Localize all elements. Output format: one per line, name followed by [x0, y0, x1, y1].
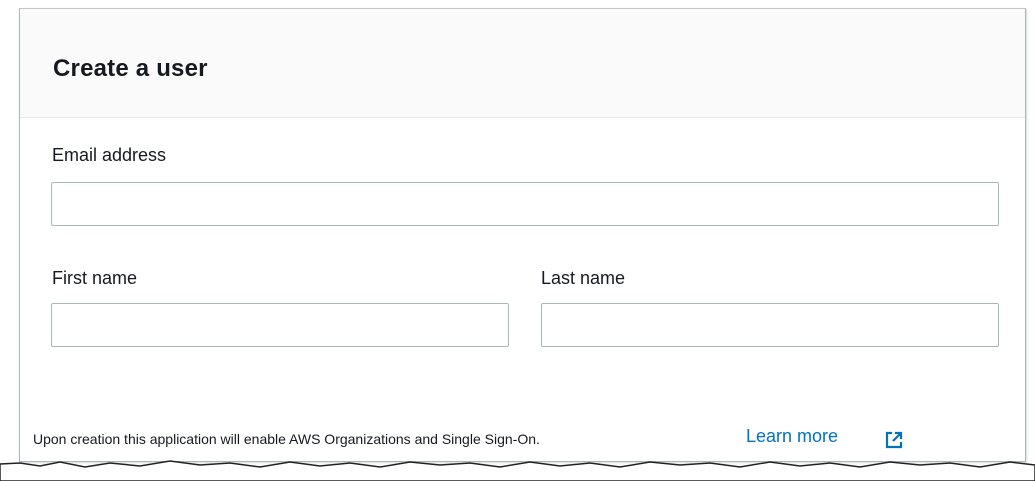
first-name-label: First name [52, 268, 138, 288]
organizations-note: Upon creation this application will enab… [33, 431, 540, 447]
learn-more-link[interactable]: Learn more [746, 426, 838, 447]
last-name-label: Last name [541, 268, 626, 288]
email-label: Email address [52, 145, 167, 165]
last-name-field[interactable] [541, 303, 999, 347]
torn-edge-decoration [0, 460, 1035, 481]
email-field[interactable] [51, 182, 999, 226]
external-link-icon[interactable] [884, 430, 904, 450]
create-user-panel: Create a user [19, 8, 1026, 462]
panel-title: Create a user [53, 55, 208, 82]
first-name-field[interactable] [51, 303, 509, 347]
screenshot-stage: Create a user Email address First name L… [0, 0, 1035, 481]
panel-header: Create a user [20, 9, 1025, 118]
